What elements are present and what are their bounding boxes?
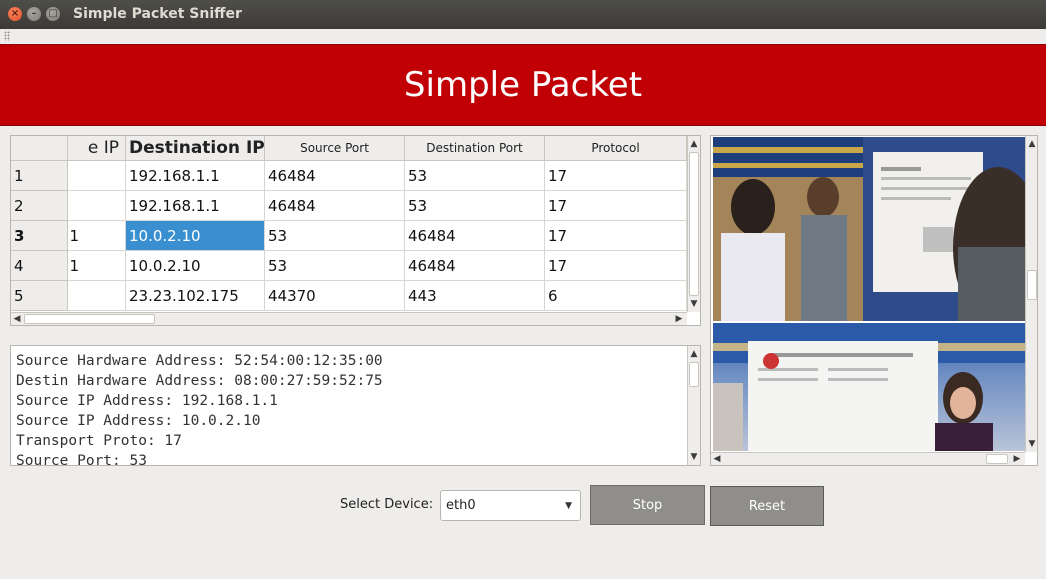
window-titlebar: × – □ Simple Packet Sniffer — [0, 0, 1046, 29]
detail-line: Destin Hardware Address: 08:00:27:59:52:… — [16, 373, 383, 389]
table-body: 1 192.168.1.1 46484 53 17 2 192.168.1.1 … — [11, 161, 687, 311]
cell-destination-port[interactable]: 46484 — [405, 251, 545, 281]
table-row[interactable]: 4 .1 10.0.2.10 53 46484 17 — [11, 251, 687, 281]
cell-source-ip[interactable] — [68, 281, 126, 311]
row-header[interactable]: 5 — [11, 281, 68, 311]
maximize-icon[interactable]: □ — [46, 7, 60, 21]
column-header-source-port[interactable]: Source Port — [265, 136, 405, 161]
scrollbar-thumb[interactable] — [689, 152, 699, 296]
cell-destination-ip[interactable]: 23.23.102.175 — [126, 281, 265, 311]
cell-source-ip[interactable]: .1 — [68, 221, 126, 251]
arrow-left-icon[interactable]: ◀ — [711, 454, 723, 464]
detail-line: Source Port: 53 — [16, 453, 147, 466]
detail-line: Transport Proto: 17 — [16, 433, 182, 449]
image-vertical-scrollbar[interactable]: ▲ ▼ — [1025, 136, 1037, 452]
packet-details-text[interactable]: Source Hardware Address: 52:54:00:12:35:… — [10, 345, 701, 466]
row-header[interactable]: 4 — [11, 251, 68, 281]
detail-line: Source IP Address: 10.0.2.10 — [16, 413, 261, 429]
cell-destination-port[interactable]: 46484 — [405, 221, 545, 251]
event-photo — [713, 323, 1025, 451]
stop-button[interactable]: Stop — [590, 485, 705, 525]
scrollbar-thumb[interactable] — [986, 454, 1008, 464]
cell-destination-port[interactable]: 53 — [405, 161, 545, 191]
table-horizontal-scrollbar[interactable]: ◀ ▶ — [11, 312, 687, 325]
cell-protocol[interactable]: 17 — [545, 161, 687, 191]
cell-source-ip[interactable] — [68, 161, 126, 191]
column-header-destination-port[interactable]: Destination Port — [405, 136, 545, 161]
table-row-selected[interactable]: 3 .1 10.0.2.10 53 46484 17 — [11, 221, 687, 251]
cell-destination-ip[interactable]: 10.0.2.10 — [126, 251, 265, 281]
cell-source-port[interactable]: 53 — [265, 221, 405, 251]
minimize-icon[interactable]: – — [27, 7, 41, 21]
cell-destination-ip-selected[interactable]: 10.0.2.10 — [126, 221, 265, 251]
page-title: Simple Packet — [403, 65, 643, 105]
event-photo-art — [713, 323, 1025, 451]
toolbar-strip — [0, 29, 1046, 44]
table-row[interactable]: 2 192.168.1.1 46484 53 17 — [11, 191, 687, 221]
app-header: Simple Packet — [0, 44, 1046, 126]
detail-line: Source Hardware Address: 52:54:00:12:35:… — [16, 353, 383, 369]
scrollbar-thumb[interactable] — [1027, 270, 1037, 300]
cell-source-port[interactable]: 46484 — [265, 191, 405, 221]
details-lines: Source Hardware Address: 52:54:00:12:35:… — [16, 351, 383, 466]
row-header[interactable]: 1 — [11, 161, 68, 191]
packet-table: e IP Destination IP Source Port Destinat… — [10, 135, 701, 326]
arrow-down-icon[interactable]: ▼ — [1026, 439, 1037, 449]
close-icon[interactable]: × — [8, 7, 22, 21]
cell-source-port[interactable]: 46484 — [265, 161, 405, 191]
cell-protocol[interactable]: 17 — [545, 191, 687, 221]
device-select[interactable]: eth0 ▼ — [440, 490, 581, 521]
table-row[interactable]: 1 192.168.1.1 46484 53 17 — [11, 161, 687, 191]
grip-handle[interactable] — [4, 31, 10, 41]
table-corner[interactable] — [11, 136, 68, 161]
arrow-left-icon[interactable]: ◀ — [11, 314, 23, 324]
arrow-right-icon[interactable]: ▶ — [1011, 454, 1023, 464]
reset-button[interactable]: Reset — [710, 486, 824, 526]
row-header[interactable]: 2 — [11, 191, 68, 221]
cell-source-ip[interactable] — [68, 191, 126, 221]
image-panel: ▲ ▼ ◀ ▶ — [710, 135, 1038, 466]
table-header: e IP Destination IP Source Port Destinat… — [11, 136, 687, 161]
cell-source-ip[interactable]: .1 — [68, 251, 126, 281]
row-header[interactable]: 3 — [11, 221, 68, 251]
cell-destination-ip[interactable]: 192.168.1.1 — [126, 191, 265, 221]
chevron-down-icon[interactable]: ▼ — [565, 501, 572, 511]
arrow-up-icon[interactable]: ▲ — [688, 139, 700, 149]
scrollbar-thumb[interactable] — [24, 314, 155, 324]
arrow-down-icon[interactable]: ▼ — [688, 299, 700, 309]
detail-line: Source IP Address: 192.168.1.1 — [16, 393, 278, 409]
event-photo-art — [713, 137, 1025, 321]
arrow-up-icon[interactable]: ▲ — [1026, 139, 1037, 149]
column-header-protocol[interactable]: Protocol — [545, 136, 687, 161]
cell-protocol[interactable]: 6 — [545, 281, 687, 311]
arrow-right-icon[interactable]: ▶ — [673, 314, 685, 324]
cell-destination-ip[interactable]: 192.168.1.1 — [126, 161, 265, 191]
device-label: Select Device: — [340, 497, 434, 512]
cell-protocol[interactable]: 17 — [545, 251, 687, 281]
cell-destination-port[interactable]: 443 — [405, 281, 545, 311]
column-header-source-ip[interactable]: e IP — [68, 136, 126, 161]
window-title: Simple Packet Sniffer — [73, 6, 242, 22]
table-row[interactable]: 5 23.23.102.175 44370 443 6 — [11, 281, 687, 311]
table-vertical-scrollbar[interactable]: ▲ ▼ — [687, 136, 700, 312]
cell-source-port[interactable]: 53 — [265, 251, 405, 281]
cell-destination-port[interactable]: 53 — [405, 191, 545, 221]
event-photo — [713, 137, 1025, 321]
details-vertical-scrollbar[interactable]: ▲ ▼ — [687, 346, 700, 465]
cell-source-port[interactable]: 44370 — [265, 281, 405, 311]
device-select-value: eth0 — [446, 498, 476, 513]
arrow-up-icon[interactable]: ▲ — [688, 349, 700, 359]
image-horizontal-scrollbar[interactable]: ◀ ▶ — [711, 452, 1025, 465]
cell-protocol[interactable]: 17 — [545, 221, 687, 251]
arrow-down-icon[interactable]: ▼ — [688, 452, 700, 462]
column-header-destination-ip[interactable]: Destination IP — [126, 136, 265, 161]
scrollbar-thumb[interactable] — [689, 362, 699, 387]
